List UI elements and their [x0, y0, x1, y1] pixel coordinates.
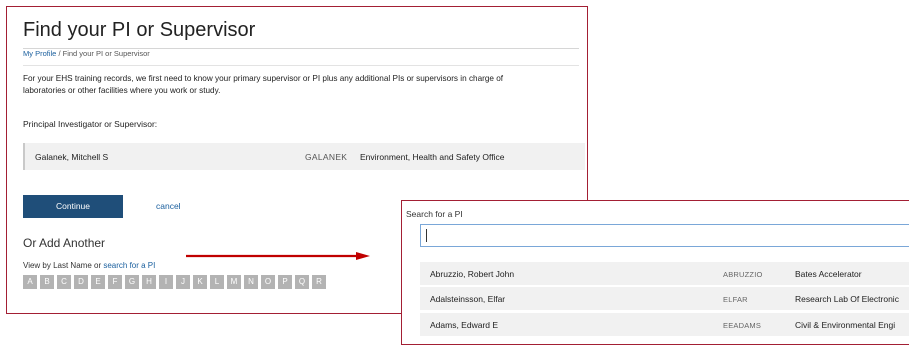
breadcrumb-divider [23, 65, 579, 66]
search-input[interactable] [420, 224, 909, 247]
result-name: Adalsteinsson, Elfar [430, 294, 506, 304]
letter-filter-j[interactable]: J [176, 275, 190, 289]
letter-filter-m[interactable]: M [227, 275, 241, 289]
result-department: Research Lab Of Electronic [795, 294, 899, 304]
letter-filter-e[interactable]: E [91, 275, 105, 289]
letter-filter-f[interactable]: F [108, 275, 122, 289]
search-result-row[interactable]: Adalsteinsson, Elfar ELFAR Research Lab Of… [420, 287, 909, 310]
selected-pi-department: Environment, Health and Safety Office [360, 152, 505, 162]
selected-pi-kerberos: GALANEK [305, 152, 348, 162]
search-result-row[interactable]: Adams, Edward E EEADAMS Civil & Environmen… [420, 313, 909, 336]
pi-label: Principal Investigator or Supervisor: [23, 119, 158, 129]
breadcrumb-separator: / [58, 49, 61, 58]
search-for-pi-link[interactable]: search for a PI [103, 261, 155, 270]
result-name: Abruzzio, Robert John [430, 269, 515, 279]
result-name: Adams, Edward E [430, 320, 499, 330]
letter-filter-h[interactable]: H [142, 275, 156, 289]
selected-pi-row[interactable]: Galanek, Mitchell S GALANEK Environment,… [23, 143, 585, 170]
intro-text: For your EHS training records, we first … [23, 74, 504, 95]
cancel-link[interactable]: cancel [156, 201, 181, 211]
letter-filter-a[interactable]: A [23, 275, 37, 289]
pointer-arrow [186, 252, 370, 260]
search-pi-panel: Search for a PI Abruzzio, Robert John ABR… [401, 200, 909, 345]
letter-filter-l[interactable]: L [210, 275, 224, 289]
view-by-text: View by Last Name or search for a PI [23, 261, 155, 270]
letter-filter-n[interactable]: N [244, 275, 258, 289]
result-kerberos: ABRUZZIO [723, 270, 763, 279]
selected-pi-name: Galanek, Mitchell S [35, 152, 109, 162]
result-kerberos: ELFAR [723, 295, 748, 304]
letter-filter-o[interactable]: O [261, 275, 275, 289]
breadcrumb-my-profile[interactable]: My Profile [23, 49, 56, 58]
page-title: Find your PI or Supervisor [23, 19, 256, 41]
continue-button[interactable]: Continue [23, 195, 123, 218]
add-another-heading: Or Add Another [23, 236, 106, 250]
result-department: Civil & Environmental Engi [795, 320, 896, 330]
result-kerberos: EEADAMS [723, 321, 762, 330]
letter-filter-b[interactable]: B [40, 275, 54, 289]
breadcrumb: My Profile / Find your PI or Supervisor [23, 49, 150, 58]
result-department: Bates Accelerator [795, 269, 862, 279]
letter-filter-i[interactable]: I [159, 275, 173, 289]
search-label: Search for a PI [406, 209, 463, 219]
letter-filter-p[interactable]: P [278, 275, 292, 289]
search-result-row[interactable]: Abruzzio, Robert John ABRUZZIO Bates Accel… [420, 262, 909, 285]
letter-filter-d[interactable]: D [74, 275, 88, 289]
breadcrumb-current: Find your PI or Supervisor [62, 49, 150, 58]
letter-filter-k[interactable]: K [193, 275, 207, 289]
view-by-label: View by Last Name or [23, 261, 102, 270]
letter-filter-r[interactable]: R [312, 275, 326, 289]
letter-filter-bar: ABCDEFGHIJKLMNOPQR [23, 275, 443, 290]
letter-filter-c[interactable]: C [57, 275, 71, 289]
text-caret [426, 229, 427, 242]
letter-filter-q[interactable]: Q [295, 275, 309, 289]
letter-filter-g[interactable]: G [125, 275, 139, 289]
